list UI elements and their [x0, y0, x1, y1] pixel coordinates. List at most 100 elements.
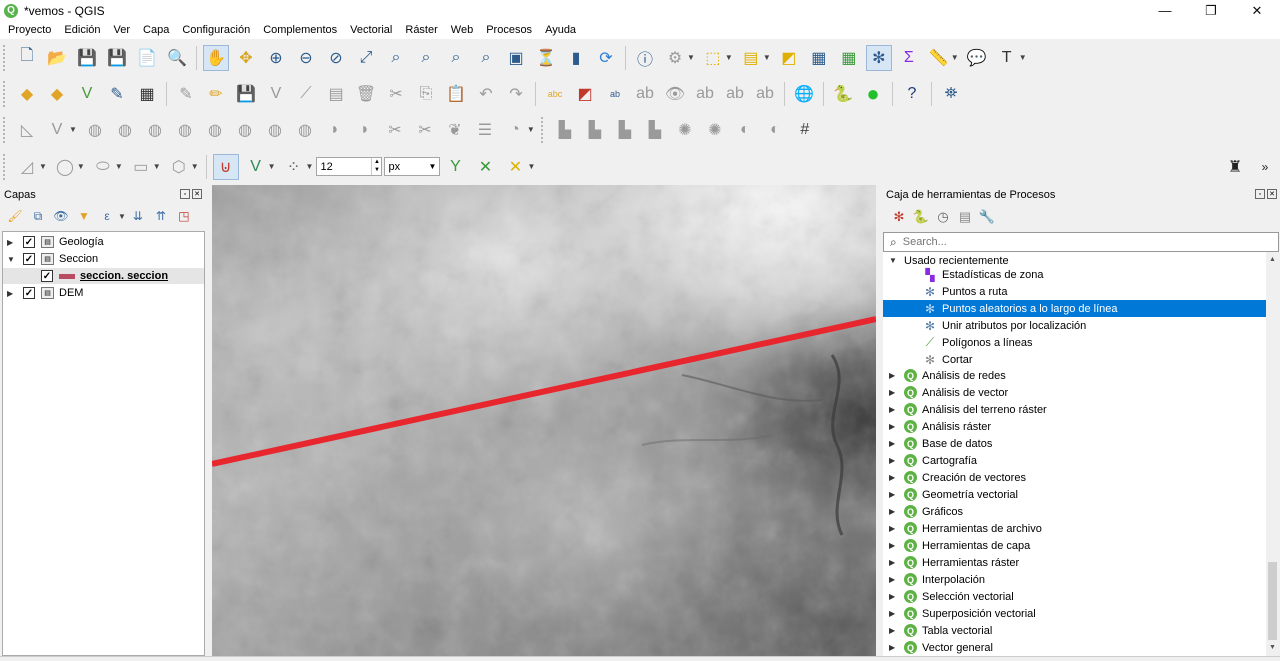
new-project-icon[interactable]: 🗋 — [14, 45, 40, 71]
move-feature-icon[interactable]: ◍ — [82, 117, 108, 143]
new-layer-icon[interactable]: ◆ — [44, 81, 70, 107]
layer-checkbox[interactable]: ✓ — [41, 270, 53, 282]
snap-intersection-icon[interactable]: ✕ — [472, 154, 498, 180]
options-icon[interactable]: 🔧 — [978, 208, 996, 226]
python-console-icon[interactable]: 🐍 — [830, 81, 856, 107]
tolerance-spinner[interactable]: ▲ ▼ — [371, 158, 381, 175]
metasearch-icon[interactable]: 🌐 — [791, 81, 817, 107]
float-panel-icon[interactable]: ▫ — [180, 189, 190, 199]
delete-selected-icon[interactable]: 🗑 — [353, 81, 379, 107]
float-panel-icon[interactable]: ▫ — [1255, 189, 1265, 199]
print-layout-icon[interactable]: 📄 — [134, 45, 160, 71]
provider-group[interactable]: ▶ Q Geometría vectorial — [883, 486, 1266, 503]
advanced-digitize-icon[interactable]: ◺ — [14, 117, 40, 143]
vertex-tool-icon[interactable]: ⟋ — [293, 81, 319, 107]
refresh-icon[interactable]: ⟳ — [593, 45, 619, 71]
provider-group[interactable]: ▶ Q Tabla vectorial — [883, 622, 1266, 639]
expand-arrow-icon[interactable]: ▶ — [889, 541, 899, 550]
provider-group[interactable]: ▶ Q Gráficos — [883, 503, 1266, 520]
pin-labels-icon[interactable]: ab — [632, 81, 658, 107]
zoom-native-icon[interactable]: ⊘ — [323, 45, 349, 71]
expand-arrow-icon[interactable]: ▶ — [889, 575, 899, 584]
measure-icon[interactable]: 📏 — [926, 45, 952, 71]
zoom-layer-icon[interactable]: ⌕ — [413, 45, 439, 71]
collapse-all-icon[interactable]: ⇈ — [152, 207, 170, 225]
select-features-icon[interactable]: ⬚ — [700, 45, 726, 71]
manage-visibility-icon[interactable]: 👁 — [52, 207, 70, 225]
expand-arrow-icon[interactable]: ▶ — [7, 238, 17, 247]
zoom-in-icon[interactable]: ⊕ — [263, 45, 289, 71]
provider-group[interactable]: ▶ Q Interpolación — [883, 571, 1266, 588]
expand-arrow-icon[interactable]: ▶ — [889, 626, 899, 635]
map-tips-icon[interactable]: 💬 — [964, 45, 990, 71]
attribute-table-icon[interactable]: ▦ — [806, 45, 832, 71]
digitize-polygon-icon[interactable]: ⬡ — [166, 154, 192, 180]
scroll-up-icon[interactable]: ▲ — [1266, 252, 1279, 266]
section-line[interactable] — [212, 185, 876, 656]
scroll-down-icon[interactable]: ▼ — [1266, 640, 1279, 654]
expand-arrow-icon[interactable]: ▶ — [889, 524, 899, 533]
select-by-value-icon[interactable]: ▤ — [738, 45, 764, 71]
data-source-manager-icon[interactable]: ◆ — [14, 81, 40, 107]
add-part-icon[interactable]: ◍ — [202, 117, 228, 143]
scroll-thumb[interactable] — [1268, 562, 1277, 640]
zoom-out-icon[interactable]: ⊖ — [293, 45, 319, 71]
simplify-feature-icon[interactable]: ◍ — [142, 117, 168, 143]
plugin-green-icon[interactable]: ● — [860, 81, 886, 107]
collapse-arrow-icon[interactable]: ▼ — [7, 255, 17, 264]
raster-decrease-icon[interactable]: ✺ — [702, 117, 728, 143]
new-map-view-icon[interactable]: ▣ — [503, 45, 529, 71]
move-label-icon[interactable]: ab — [692, 81, 718, 107]
algorithm-item-selected[interactable]: ✻ Puntos aleatorios a lo largo de línea — [883, 300, 1266, 317]
expand-arrow-icon[interactable]: ▶ — [889, 388, 899, 397]
identify-icon[interactable]: ⓘ — [632, 45, 658, 71]
provider-group[interactable]: ▶ Q Base de datos — [883, 435, 1266, 452]
layout-manager-icon[interactable]: 🔍 — [164, 45, 190, 71]
provider-group[interactable]: ▶ Q Análisis de redes — [883, 367, 1266, 384]
save-project-icon[interactable]: 💾 — [74, 45, 100, 71]
digitize-curve-icon[interactable]: ◿ — [14, 154, 40, 180]
add-wms-icon[interactable]: ▦ — [134, 81, 160, 107]
filter-expression-icon[interactable]: ε — [98, 207, 116, 225]
more-tools-icon[interactable]: » — [1252, 154, 1278, 180]
layer-checkbox[interactable]: ✓ — [23, 236, 35, 248]
rotate-symbols-icon[interactable]: ◔ — [502, 117, 528, 143]
algorithm-item[interactable]: ✻ Unir atributos por localización — [883, 317, 1266, 334]
toggle-editing-icon[interactable]: ✏ — [203, 81, 229, 107]
fill-ring-icon[interactable]: ◍ — [232, 117, 258, 143]
provider-group[interactable]: ▶ Q Herramientas ráster — [883, 554, 1266, 571]
expand-arrow-icon[interactable]: ▶ — [889, 473, 899, 482]
locator-icon[interactable]: ♜ — [1222, 154, 1248, 180]
paste-features-icon[interactable]: 📋 — [443, 81, 469, 107]
current-edits-icon[interactable]: ✎ — [173, 81, 199, 107]
provider-group[interactable]: ▶ Q Herramientas de capa — [883, 537, 1266, 554]
save-as-icon[interactable]: 💾 — [104, 45, 130, 71]
provider-group[interactable]: ▶ Q Creación de vectores — [883, 469, 1266, 486]
processing-scrollbar[interactable]: ▲ ▼ — [1266, 252, 1279, 656]
menu-proyecto[interactable]: Proyecto — [0, 24, 56, 36]
delete-ring-icon[interactable]: ◍ — [262, 117, 288, 143]
help-icon[interactable]: ? — [899, 81, 925, 107]
highlight-labels-icon[interactable]: ab — [602, 81, 628, 107]
zoom-next-icon[interactable]: ⌕ — [473, 45, 499, 71]
expand-arrow-icon[interactable]: ▶ — [889, 490, 899, 499]
models-icon[interactable]: ✻ — [890, 208, 908, 226]
scripts-icon[interactable]: 🐍 — [912, 208, 930, 226]
add-group-icon[interactable]: ⧉ — [29, 207, 47, 225]
snap-mode-icon[interactable]: ⁘ — [281, 154, 307, 180]
add-vector-icon[interactable]: V — [74, 81, 100, 107]
algorithm-item[interactable]: ✻ Puntos a ruta — [883, 283, 1266, 300]
style-manager-icon[interactable]: 🖌 — [6, 207, 24, 225]
undo-icon[interactable]: ↶ — [473, 81, 499, 107]
save-edits-icon[interactable]: 💾 — [233, 81, 259, 107]
provider-group[interactable]: ▶ Q Selección vectorial — [883, 588, 1266, 605]
shape-digitize-icon[interactable]: ▙ — [552, 117, 578, 143]
layer-seccion[interactable]: ▼ ✓ ▤ Seccion — [7, 251, 204, 267]
toolbar-handle[interactable] — [3, 116, 9, 143]
layer-seccion-seccion[interactable]: ✓ seccion. seccion — [3, 268, 204, 284]
expand-arrow-icon[interactable]: ▶ — [889, 643, 899, 652]
provider-group[interactable]: ▶ Q Cartografía — [883, 452, 1266, 469]
show-hide-labels-icon[interactable]: 👁 — [662, 81, 688, 107]
reshape-icon[interactable]: ◗ — [322, 117, 348, 143]
split-parts-icon[interactable]: ✂ — [412, 117, 438, 143]
